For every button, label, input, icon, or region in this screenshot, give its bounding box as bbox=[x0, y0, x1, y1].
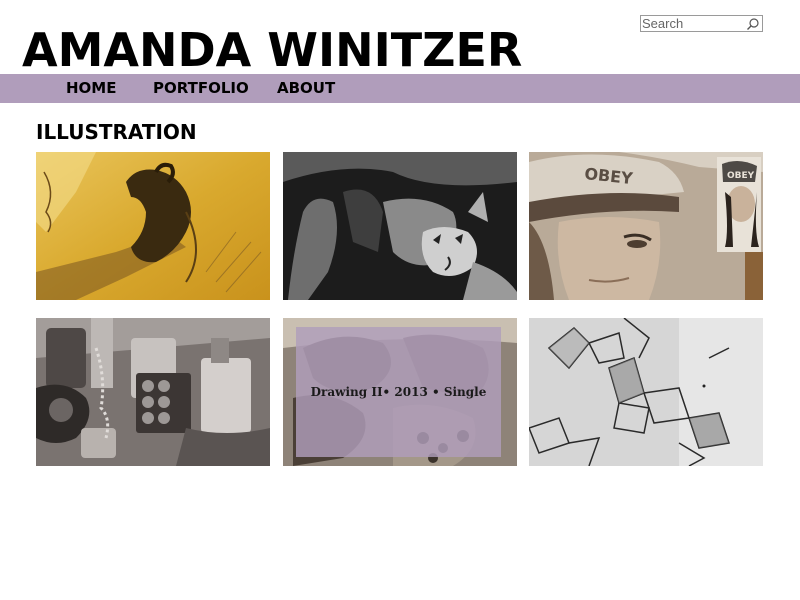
nav-portfolio[interactable]: PORTFOLIO bbox=[153, 74, 249, 103]
gallery-item-wolf[interactable] bbox=[283, 152, 517, 300]
gallery-item-obey-portrait[interactable]: OBEY OBEY bbox=[529, 152, 763, 300]
nav-about[interactable]: ABOUT bbox=[277, 74, 335, 103]
site-title[interactable]: AMANDA WINITZER bbox=[22, 24, 522, 76]
gallery-item-yellow-hand[interactable] bbox=[36, 152, 270, 300]
section-title: ILLUSTRATION bbox=[36, 120, 197, 144]
gallery-item-still-life[interactable] bbox=[36, 318, 270, 466]
poster-cap-text: OBEY bbox=[727, 171, 755, 181]
gallery-item-geometric-figure[interactable] bbox=[529, 318, 763, 466]
nav-home[interactable]: HOME bbox=[66, 74, 116, 103]
wolf-drawing-image bbox=[283, 152, 517, 300]
obey-cap-portrait-image: OBEY OBEY bbox=[529, 152, 763, 300]
main-nav: HOME PORTFOLIO ABOUT bbox=[0, 74, 800, 103]
still-life-drawing-image bbox=[36, 318, 270, 466]
search-box bbox=[640, 15, 763, 32]
gallery-item-figure[interactable]: Drawing II• 2013 • Single bbox=[283, 318, 517, 466]
search-input[interactable] bbox=[641, 16, 746, 31]
yellow-hand-drawing-image bbox=[36, 152, 270, 300]
gallery-item-caption[interactable]: Drawing II• 2013 • Single bbox=[296, 327, 501, 457]
geometric-figure-drawing-image bbox=[529, 318, 763, 466]
search-icon[interactable] bbox=[746, 17, 760, 31]
